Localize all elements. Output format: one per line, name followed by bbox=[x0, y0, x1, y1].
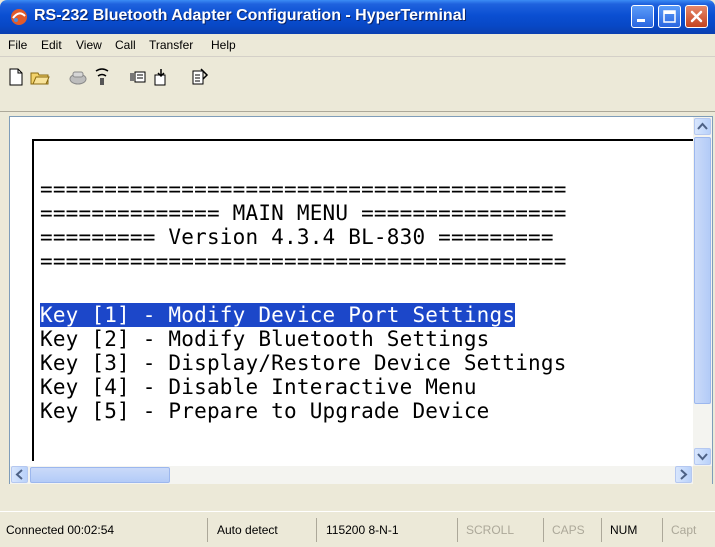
maximize-icon bbox=[663, 10, 676, 23]
menu-option-3[interactable]: Key [3] - Display/Restore Device Setting… bbox=[40, 351, 567, 375]
hyperterminal-window: RS-232 Bluetooth Adapter Configuration -… bbox=[0, 0, 715, 547]
status-bar: Connected 00:02:54 Auto detect 115200 8-… bbox=[0, 511, 715, 547]
scroll-up-button[interactable] bbox=[694, 118, 711, 135]
menu-option-2[interactable]: Key [2] - Modify Bluetooth Settings bbox=[40, 327, 490, 351]
chevron-right-icon bbox=[680, 469, 688, 480]
status-detect: Auto detect bbox=[213, 518, 317, 542]
menu-option-5[interactable]: Key [5] - Prepare to Upgrade Device bbox=[40, 399, 490, 423]
terminal-frame: ========================================… bbox=[9, 116, 713, 484]
horizontal-scrollbar[interactable] bbox=[10, 466, 693, 484]
horizontal-scroll-thumb[interactable] bbox=[30, 467, 170, 483]
properties-icon[interactable] bbox=[190, 67, 210, 87]
scrollbar-corner bbox=[693, 466, 712, 484]
terminal-screen[interactable]: ========================================… bbox=[10, 117, 693, 466]
menu-edit[interactable]: Edit bbox=[41, 38, 62, 52]
status-settings: 115200 8-N-1 bbox=[322, 518, 458, 542]
title-bar[interactable]: RS-232 Bluetooth Adapter Configuration -… bbox=[0, 0, 715, 34]
vertical-scrollbar[interactable] bbox=[693, 117, 712, 466]
chevron-left-icon bbox=[15, 469, 23, 480]
status-num: NUM bbox=[606, 518, 663, 542]
status-capture: Capt bbox=[671, 523, 697, 537]
close-icon bbox=[690, 10, 703, 23]
minimize-icon bbox=[637, 19, 645, 22]
terminal-version-line: ========= Version 4.3.4 BL-830 ========= bbox=[40, 225, 554, 249]
vertical-scroll-thumb[interactable] bbox=[694, 137, 711, 404]
menu-file[interactable]: File bbox=[8, 38, 27, 52]
dial-icon[interactable] bbox=[92, 67, 112, 87]
scroll-down-button[interactable] bbox=[694, 448, 711, 465]
chevron-up-icon bbox=[697, 122, 708, 130]
menu-option-1[interactable]: Key [1] - Modify Device Port Settings bbox=[40, 303, 516, 327]
menu-help[interactable]: Help bbox=[211, 38, 236, 52]
maximize-button[interactable] bbox=[658, 5, 681, 28]
status-connected: Connected 00:02:54 bbox=[2, 518, 208, 542]
disconnect-icon[interactable] bbox=[68, 67, 88, 87]
terminal-main-menu-heading: ============== MAIN MENU ===============… bbox=[40, 201, 567, 225]
scroll-left-button[interactable] bbox=[11, 466, 28, 483]
terminal-separator-line: ========================================… bbox=[40, 249, 567, 273]
menu-bar: File Edit View Call Transfer Help bbox=[0, 34, 715, 57]
new-icon[interactable] bbox=[6, 67, 26, 87]
open-icon[interactable] bbox=[30, 67, 50, 87]
send-icon[interactable] bbox=[128, 67, 148, 87]
chevron-down-icon bbox=[697, 453, 708, 461]
terminal-separator-line: ========================================… bbox=[40, 177, 567, 201]
scroll-right-button[interactable] bbox=[675, 466, 692, 483]
close-button[interactable] bbox=[685, 5, 708, 28]
menu-view[interactable]: View bbox=[76, 38, 102, 52]
minimize-button[interactable] bbox=[631, 5, 654, 28]
status-caps: CAPS bbox=[548, 518, 602, 542]
menu-transfer[interactable]: Transfer bbox=[149, 38, 193, 52]
receive-icon[interactable] bbox=[152, 67, 172, 87]
toolbar bbox=[0, 57, 715, 112]
menu-call[interactable]: Call bbox=[115, 38, 136, 52]
hyperterminal-icon[interactable] bbox=[10, 8, 28, 26]
window-title: RS-232 Bluetooth Adapter Configuration -… bbox=[34, 7, 467, 24]
menu-option-4[interactable]: Key [4] - Disable Interactive Menu bbox=[40, 375, 477, 399]
status-scroll: SCROLL bbox=[462, 518, 544, 542]
